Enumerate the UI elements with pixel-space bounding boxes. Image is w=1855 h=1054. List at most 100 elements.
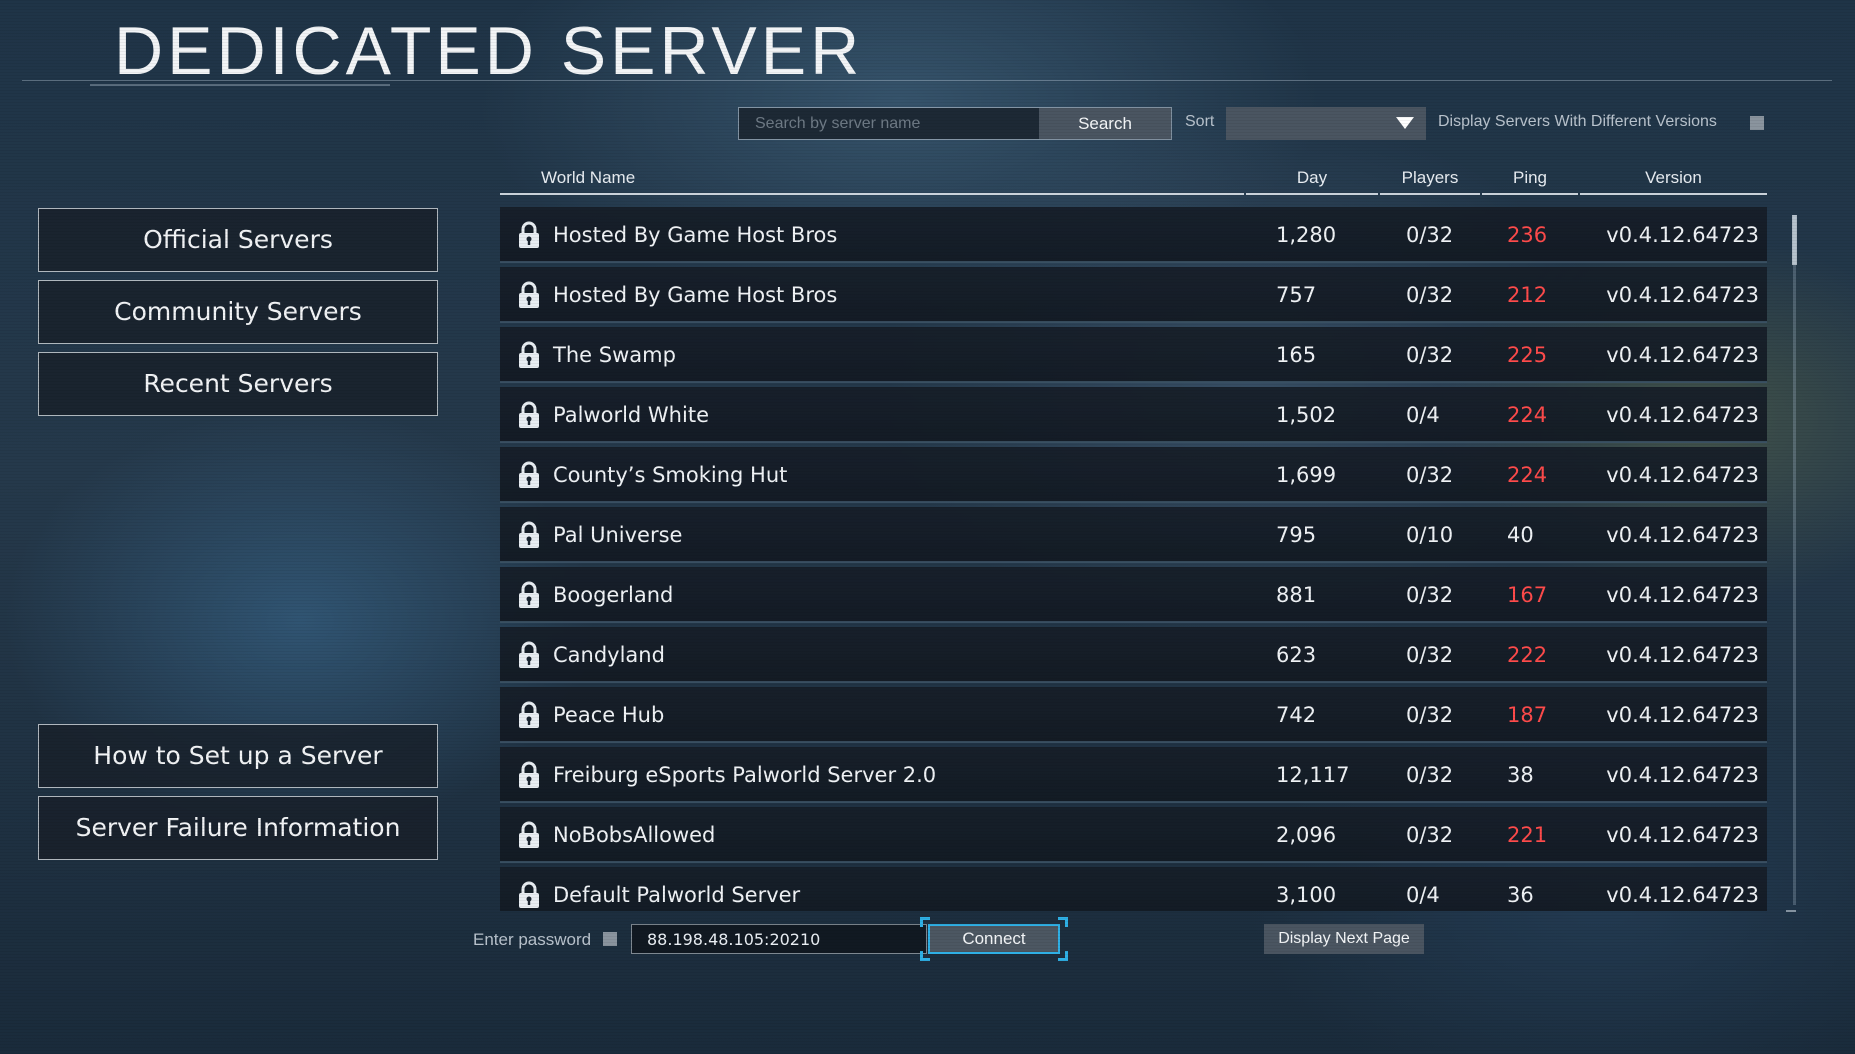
- setup-server-guide-button[interactable]: How to Set up a Server: [38, 724, 438, 788]
- server-name: Default Palworld Server: [553, 883, 801, 907]
- column-header-day[interactable]: Day: [1246, 163, 1378, 195]
- server-day: 165: [1276, 343, 1317, 367]
- lock-icon: [516, 521, 542, 549]
- server-players: 0/32: [1406, 223, 1454, 247]
- server-ping: 167: [1507, 583, 1548, 607]
- server-name: County’s Smoking Hut: [553, 463, 788, 487]
- server-ping: 40: [1507, 523, 1534, 547]
- server-address-input[interactable]: [631, 924, 927, 954]
- server-row[interactable]: Freiburg eSports Palworld Server 2.0 12,1…: [500, 747, 1767, 803]
- different-versions-checkbox[interactable]: [1750, 116, 1764, 130]
- server-version: v0.4.12.64723: [1606, 763, 1759, 787]
- server-players: 0/32: [1406, 823, 1454, 847]
- server-row[interactable]: Hosted By Game Host Bros 1,280 0/32 236 v0.4…: [500, 207, 1767, 263]
- official-servers-button[interactable]: Official Servers: [38, 208, 438, 272]
- server-players: 0/4: [1406, 883, 1440, 907]
- lock-icon: [516, 221, 542, 249]
- server-name: Hosted By Game Host Bros: [553, 283, 838, 307]
- server-version: v0.4.12.64723: [1606, 343, 1759, 367]
- chevron-down-icon: [1396, 117, 1414, 129]
- server-ping: 224: [1507, 463, 1548, 487]
- server-ping: 187: [1507, 703, 1548, 727]
- lock-icon: [516, 881, 542, 909]
- server-players: 0/32: [1406, 283, 1454, 307]
- server-day: 2,096: [1276, 823, 1337, 847]
- search-bar: Search: [738, 107, 1172, 140]
- server-version: v0.4.12.64723: [1606, 703, 1759, 727]
- page-title: DEDICATED SERVER: [114, 13, 864, 89]
- server-day: 623: [1276, 643, 1317, 667]
- server-players: 0/32: [1406, 343, 1454, 367]
- lock-icon: [516, 581, 542, 609]
- password-label: Enter password: [473, 930, 592, 949]
- server-version: v0.4.12.64723: [1606, 643, 1759, 667]
- search-input[interactable]: [739, 108, 1039, 139]
- community-servers-button[interactable]: Community Servers: [38, 280, 438, 344]
- server-day: 742: [1276, 703, 1317, 727]
- server-ping: 224: [1507, 403, 1548, 427]
- server-name: Candyland: [553, 643, 665, 667]
- lock-icon: [516, 341, 542, 369]
- server-players: 0/32: [1406, 583, 1454, 607]
- column-header-ping[interactable]: Ping: [1482, 163, 1578, 195]
- server-name: Freiburg eSports Palworld Server 2.0: [553, 763, 937, 787]
- server-row[interactable]: NoBobsAllowed 2,096 0/32 221 v0.4.12.64723: [500, 807, 1767, 863]
- server-players: 0/32: [1406, 703, 1454, 727]
- server-version: v0.4.12.64723: [1606, 523, 1759, 547]
- server-ping: 222: [1507, 643, 1548, 667]
- search-button[interactable]: Search: [1039, 108, 1171, 139]
- column-header-version[interactable]: Version: [1580, 163, 1767, 195]
- server-failure-info-button[interactable]: Server Failure Information: [38, 796, 438, 860]
- server-name: NoBobsAllowed: [553, 823, 716, 847]
- server-version: v0.4.12.64723: [1606, 223, 1759, 247]
- title-divider: [22, 80, 1832, 81]
- server-row[interactable]: Hosted By Game Host Bros 757 0/32 212 v0.4.1…: [500, 267, 1767, 323]
- server-row[interactable]: County’s Smoking Hut 1,699 0/32 224 v0.4.12.…: [500, 447, 1767, 503]
- server-name: Hosted By Game Host Bros: [553, 223, 838, 247]
- server-ping: 225: [1507, 343, 1548, 367]
- column-header-players[interactable]: Players: [1380, 163, 1480, 195]
- server-name: Peace Hub: [553, 703, 665, 727]
- server-players: 0/32: [1406, 643, 1454, 667]
- title-accent-line: [90, 84, 390, 86]
- lock-icon: [516, 281, 542, 309]
- server-version: v0.4.12.64723: [1606, 823, 1759, 847]
- scrollbar-end: [1786, 910, 1796, 912]
- server-players: 0/4: [1406, 403, 1440, 427]
- scrollbar-thumb[interactable]: [1792, 215, 1797, 265]
- server-name: The Swamp: [553, 343, 676, 367]
- server-row[interactable]: Default Palworld Server 3,100 0/4 36 v0.4.12…: [500, 867, 1767, 911]
- server-row[interactable]: Peace Hub 742 0/32 187 v0.4.12.64723: [500, 687, 1767, 743]
- server-name: Palworld White: [553, 403, 709, 427]
- scrollbar-track[interactable]: [1793, 215, 1796, 905]
- server-row[interactable]: The Swamp 165 0/32 225 v0.4.12.64723: [500, 327, 1767, 383]
- server-table-header: World Name Day Players Ping Version: [500, 163, 1767, 195]
- display-next-page-button[interactable]: Display Next Page: [1264, 924, 1424, 954]
- server-row[interactable]: Pal Universe 795 0/10 40 v0.4.12.64723: [500, 507, 1767, 563]
- server-day: 795: [1276, 523, 1317, 547]
- server-day: 757: [1276, 283, 1317, 307]
- sort-label: Sort: [1185, 113, 1215, 130]
- lock-icon: [516, 701, 542, 729]
- lock-icon: [516, 761, 542, 789]
- server-version: v0.4.12.64723: [1606, 283, 1759, 307]
- server-players: 0/32: [1406, 463, 1454, 487]
- server-version: v0.4.12.64723: [1606, 403, 1759, 427]
- password-checkbox[interactable]: [603, 932, 617, 946]
- column-header-world-name[interactable]: World Name: [500, 163, 1244, 195]
- lock-icon: [516, 461, 542, 489]
- server-ping: 36: [1507, 883, 1534, 907]
- sort-dropdown[interactable]: [1226, 107, 1426, 140]
- recent-servers-button[interactable]: Recent Servers: [38, 352, 438, 416]
- different-versions-label: Display Servers With Different Versions: [1438, 113, 1717, 130]
- server-players: 0/32: [1406, 763, 1454, 787]
- server-row[interactable]: Boogerland 881 0/32 167 v0.4.12.64723: [500, 567, 1767, 623]
- server-row[interactable]: Palworld White 1,502 0/4 224 v0.4.12.64723: [500, 387, 1767, 443]
- server-row[interactable]: Candyland 623 0/32 222 v0.4.12.64723: [500, 627, 1767, 683]
- connect-button[interactable]: Connect: [928, 924, 1060, 954]
- lock-icon: [516, 401, 542, 429]
- server-ping: 221: [1507, 823, 1548, 847]
- server-list: Hosted By Game Host Bros 1,280 0/32 236 v0.4…: [500, 207, 1767, 911]
- server-day: 3,100: [1276, 883, 1337, 907]
- server-version: v0.4.12.64723: [1606, 583, 1759, 607]
